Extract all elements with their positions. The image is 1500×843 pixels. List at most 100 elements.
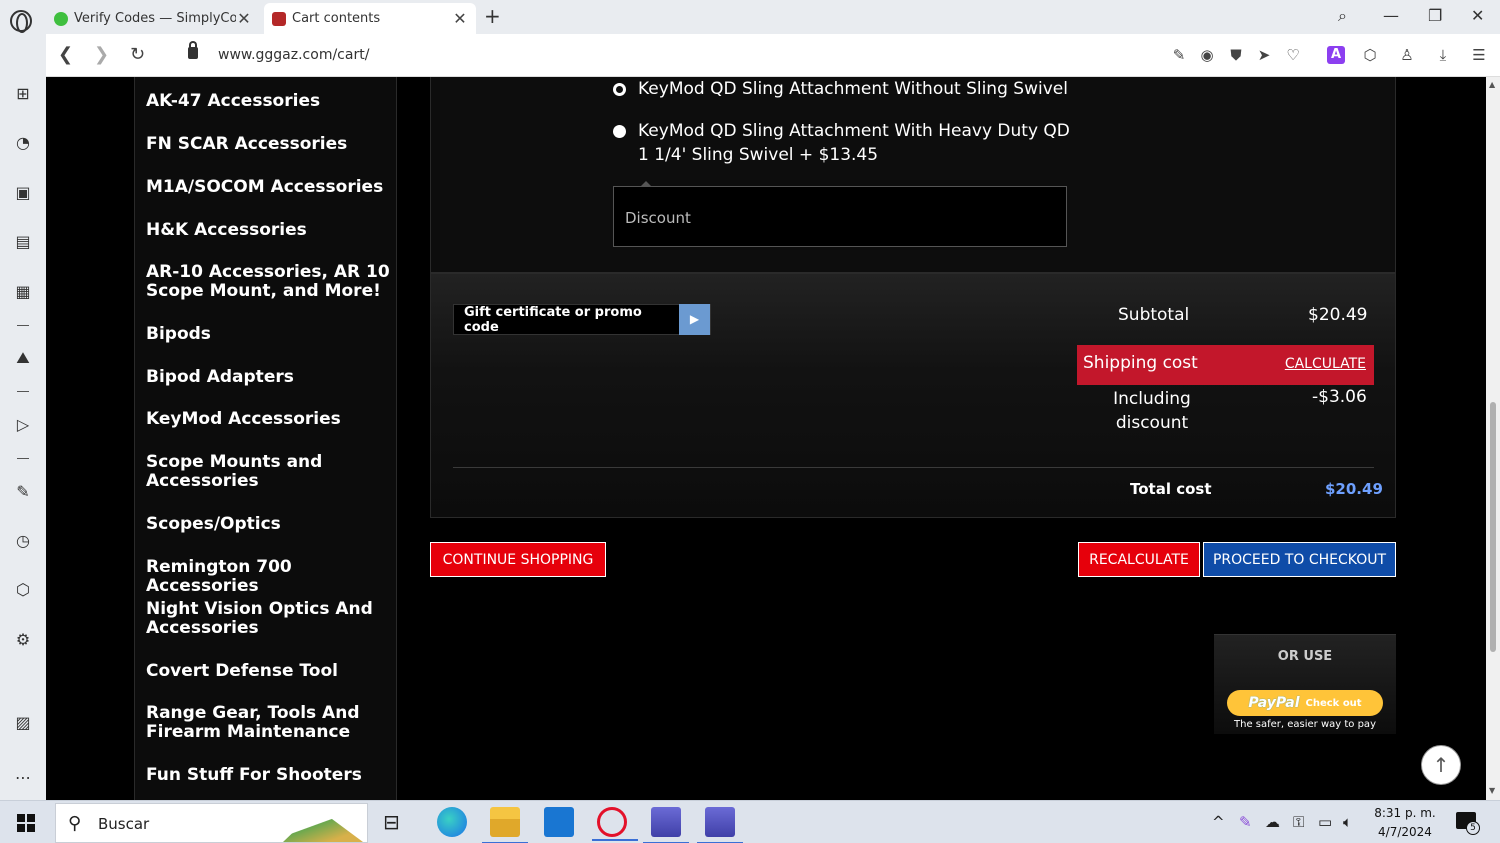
- option-label: KeyMod QD Sling Attachment With Heavy Du…: [638, 121, 1070, 165]
- search-input[interactable]: Buscar: [98, 815, 149, 833]
- forward-icon[interactable]: ❯: [94, 44, 109, 65]
- sidebar-separator: [17, 391, 29, 392]
- page-scrollbar[interactable]: ▲ ▼: [1486, 77, 1500, 800]
- paypal-tagline: The safer, easier way to pay: [1234, 719, 1376, 730]
- app-window-icon[interactable]: [643, 807, 689, 843]
- edit-page-icon[interactable]: ✎: [1170, 46, 1188, 64]
- opera-menu-icon[interactable]: [10, 10, 32, 33]
- window-close-icon[interactable]: ✕: [1471, 6, 1484, 25]
- proceed-to-checkout-button[interactable]: PROCEED TO CHECKOUT: [1203, 542, 1396, 577]
- category-link[interactable]: Covert Defense Tool: [146, 662, 391, 681]
- history-icon[interactable]: ◷: [13, 531, 33, 551]
- player-icon[interactable]: ▷: [13, 415, 33, 435]
- tray-chevron-up-icon[interactable]: ^: [1212, 813, 1225, 831]
- windows-start-icon[interactable]: [17, 814, 35, 832]
- pen-icon[interactable]: ✎: [1239, 813, 1252, 831]
- gggaz-favicon-icon: [272, 11, 286, 26]
- settings-gear-icon[interactable]: ⚙: [13, 630, 33, 650]
- sidebar-separator: [17, 458, 29, 459]
- category-link[interactable]: M1A/SOCOM Accessories: [146, 178, 391, 197]
- onedrive-icon[interactable]: ☁: [1265, 813, 1280, 831]
- gamepad-icon[interactable]: ⊞: [13, 84, 33, 104]
- category-link[interactable]: Scopes/Optics: [146, 515, 391, 534]
- pinboard-icon[interactable]: ⛰: [13, 348, 33, 368]
- scroll-down-arrow-icon[interactable]: ▼: [1489, 786, 1495, 795]
- category-sidebar: AK-47 Accessories FN SCAR Accessories M1…: [134, 77, 397, 800]
- category-link[interactable]: AR-10 Accessories, AR 10 Scope Mount, an…: [146, 263, 391, 301]
- close-icon[interactable]: ✕: [452, 9, 468, 28]
- snapshot-icon[interactable]: ◉: [1198, 46, 1216, 64]
- category-link[interactable]: Bipods: [146, 325, 391, 344]
- twitch-icon[interactable]: ▤: [13, 232, 33, 252]
- file-explorer-icon[interactable]: [482, 807, 528, 843]
- clock-date: 4/7/2024: [1378, 825, 1432, 839]
- category-link[interactable]: KeyMod Accessories: [146, 410, 391, 429]
- extensions-cube-icon[interactable]: ⬡: [1361, 46, 1379, 64]
- back-icon[interactable]: ❮: [58, 44, 73, 65]
- option-row[interactable]: KeyMod QD Sling Attachment Without Sling…: [613, 77, 1133, 101]
- extensions-icon[interactable]: ▦: [13, 282, 33, 302]
- close-icon[interactable]: ✕: [236, 9, 252, 28]
- notification-center-icon[interactable]: 5: [1456, 812, 1480, 835]
- new-tab-icon[interactable]: +: [484, 4, 501, 28]
- category-link[interactable]: AK-47 Accessories: [146, 92, 391, 111]
- usb-icon[interactable]: ⚿: [1293, 813, 1304, 831]
- calculate-shipping-link[interactable]: CALCULATE: [1285, 356, 1366, 372]
- tab-cart-contents[interactable]: Cart contents ✕: [264, 3, 476, 34]
- paypal-checkout-button[interactable]: PayPal Check out: [1227, 690, 1383, 716]
- promo-code-input[interactable]: Gift certificate or promo code: [454, 305, 679, 335]
- scroll-to-top-button[interactable]: ↑: [1421, 745, 1461, 785]
- opera-icon[interactable]: [592, 807, 638, 841]
- category-link[interactable]: FN SCAR Accessories: [146, 135, 391, 154]
- extension-a-icon[interactable]: A: [1327, 46, 1345, 64]
- easy-setup-icon[interactable]: ☰: [1470, 46, 1488, 64]
- edit-icon[interactable]: ✎: [13, 482, 33, 502]
- profile-icon[interactable]: ♙: [1398, 46, 1416, 64]
- continue-shopping-button[interactable]: CONTINUE SHOPPING: [430, 542, 606, 577]
- tab-search-icon[interactable]: ⌕: [1338, 6, 1347, 26]
- gallery-icon[interactable]: ▨: [13, 713, 33, 733]
- restore-icon[interactable]: ❐: [1428, 6, 1442, 25]
- cart-totals: Gift certificate or promo code ▶ Subtota…: [430, 273, 1396, 518]
- category-link[interactable]: Night Vision Optics And Accessories: [146, 600, 391, 638]
- scroll-up-arrow-icon[interactable]: ▲: [1489, 80, 1495, 89]
- heart-icon[interactable]: ♡: [1284, 46, 1302, 64]
- browser-sidebar: ⊞ ◔ ▣ ▤ ▦ ⛰ ▷ ✎ ◷ ⬡ ⚙ ▨ ⋯: [0, 34, 46, 800]
- taskbar-search[interactable]: ⚲ Buscar: [55, 803, 368, 843]
- edge-icon[interactable]: [437, 807, 467, 837]
- search-icon: ⚲: [68, 813, 82, 834]
- category-link[interactable]: H&K Accessories: [146, 221, 391, 240]
- minimize-icon[interactable]: —: [1383, 6, 1399, 25]
- radio-unselected[interactable]: [613, 125, 626, 138]
- category-link[interactable]: Range Gear, Tools And Firearm Maintenanc…: [146, 704, 391, 742]
- volume-icon[interactable]: 🔈︎: [1343, 813, 1352, 831]
- scrollbar-thumb[interactable]: [1490, 402, 1496, 652]
- more-icon[interactable]: ⋯: [13, 768, 33, 788]
- category-link[interactable]: Fun Stuff For Shooters: [146, 766, 391, 785]
- download-icon[interactable]: ⤓: [1434, 46, 1452, 64]
- tab-verify-codes[interactable]: Verify Codes — SimplyCodes ✕: [46, 3, 260, 34]
- tab-title: Verify Codes — SimplyCodes: [74, 11, 236, 26]
- recalculate-button[interactable]: RECALCULATE: [1078, 542, 1200, 577]
- system-clock[interactable]: 8:31 p. m. 4/7/2024: [1370, 804, 1440, 842]
- apply-promo-button[interactable]: ▶: [679, 304, 710, 335]
- option-row[interactable]: KeyMod QD Sling Attachment With Heavy Du…: [613, 119, 1083, 167]
- speed-dial-icon[interactable]: ◔: [13, 133, 33, 153]
- reload-icon[interactable]: ↻: [130, 44, 145, 65]
- send-icon[interactable]: ➤: [1255, 46, 1273, 64]
- task-view-icon[interactable]: ⊟: [383, 807, 413, 837]
- paypal-checkout-label: Check out: [1305, 697, 1362, 709]
- mail-icon[interactable]: [544, 807, 574, 837]
- tab-strip: Verify Codes — SimplyCodes ✕ Cart conten…: [0, 0, 1500, 34]
- cube-icon[interactable]: ⬡: [13, 580, 33, 600]
- category-link[interactable]: Bipod Adapters: [146, 368, 391, 387]
- app-window-icon[interactable]: [697, 807, 743, 843]
- network-icon[interactable]: ▭: [1318, 813, 1332, 831]
- shield-icon[interactable]: ⛊: [1227, 46, 1245, 64]
- aria-icon[interactable]: ▣: [13, 183, 33, 203]
- category-link[interactable]: Scope Mounts and Accessories: [146, 453, 391, 491]
- category-link[interactable]: Remington 700 Accessories: [146, 558, 391, 596]
- radio-selected[interactable]: [613, 83, 626, 96]
- lock-icon[interactable]: [188, 41, 198, 59]
- url-field[interactable]: www.gggaz.com/cart/: [218, 47, 369, 63]
